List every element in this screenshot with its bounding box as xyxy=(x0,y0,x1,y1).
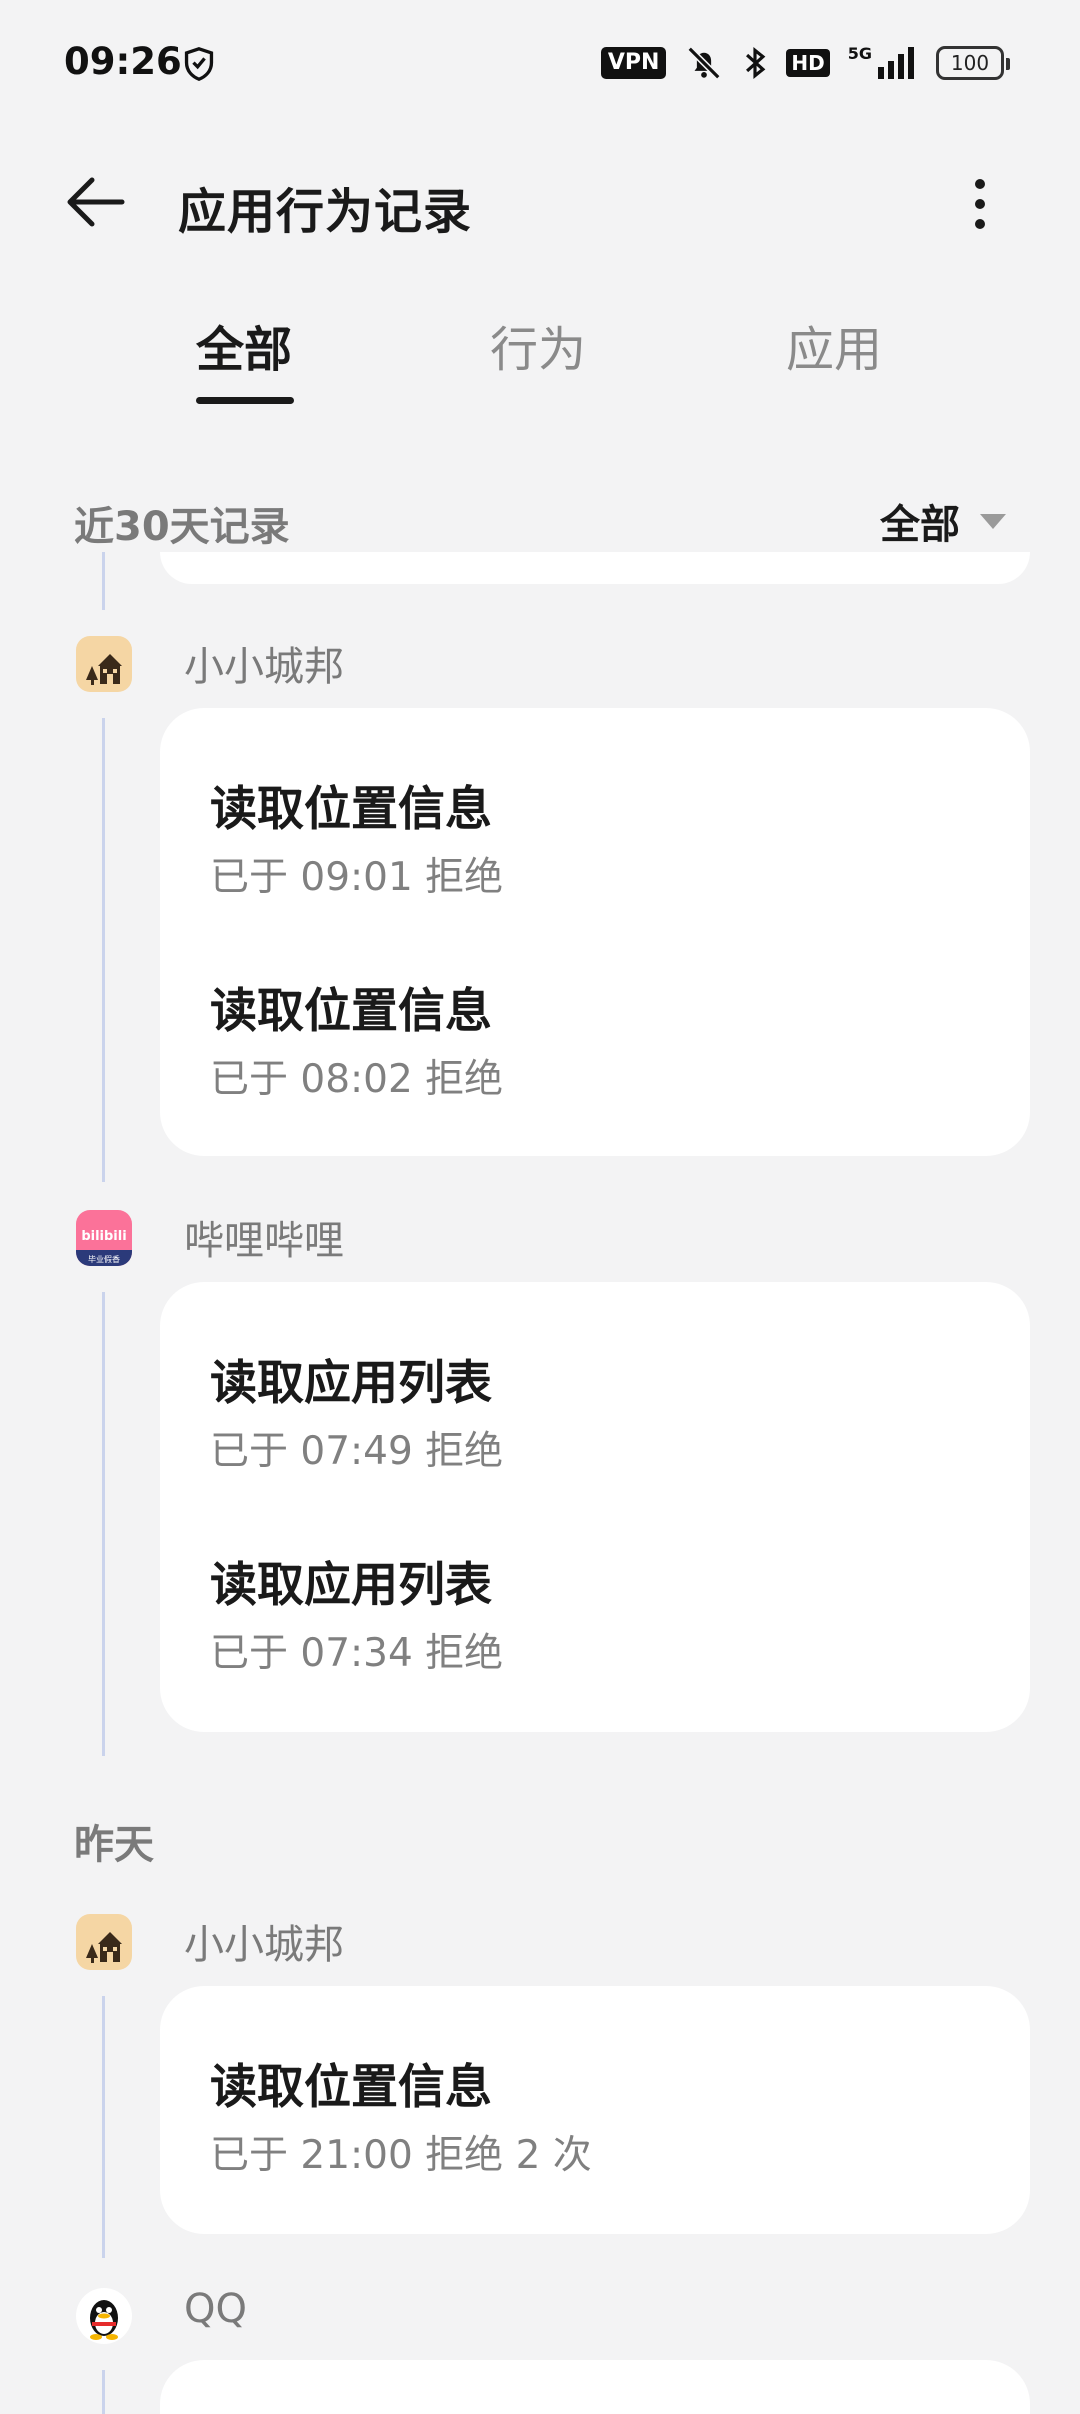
filter-selected: 全部 xyxy=(880,502,960,548)
tab-indicator xyxy=(196,397,294,404)
app-name: 小小城邦 xyxy=(184,1922,344,1968)
battery-icon: 100 xyxy=(936,46,1010,80)
vpn-badge: VPN xyxy=(600,47,667,79)
record-detail: 已于 07:34 拒绝 xyxy=(210,1631,504,1676)
day-header: 昨天 xyxy=(74,1822,154,1868)
timeline-line xyxy=(102,2370,105,2414)
page-title: 应用行为记录 xyxy=(178,184,473,240)
record-card-partial xyxy=(160,2360,1030,2414)
record-detail: 已于 07:49 拒绝 xyxy=(210,1429,504,1474)
mute-bell-icon xyxy=(687,46,721,80)
qq-app-icon xyxy=(76,2288,132,2344)
date-range-label: 近30天记录 xyxy=(74,504,290,550)
hd-badge: HD xyxy=(786,49,830,77)
tab-all[interactable]: 全部 xyxy=(196,310,292,380)
filter-dropdown[interactable]: 全部 xyxy=(880,492,1006,550)
city-app-icon xyxy=(76,1914,132,1970)
record-detail: 已于 21:00 拒绝 2 次 xyxy=(210,2133,592,2178)
record-card: 读取应用列表 已于 07:49 拒绝 读取应用列表 已于 07:34 拒绝 xyxy=(160,1282,1030,1732)
record-title[interactable]: 读取位置信息 xyxy=(210,770,492,839)
shield-icon xyxy=(184,47,214,82)
network-type: 5G xyxy=(847,43,872,63)
record-title[interactable]: 读取应用列表 xyxy=(210,1344,492,1413)
record-card-partial xyxy=(160,552,1030,584)
record-card: 读取位置信息 已于 09:01 拒绝 读取位置信息 已于 08:02 拒绝 xyxy=(160,708,1030,1156)
bilibili-logo-subtext: 毕业假香 xyxy=(88,1254,120,1264)
app-name: QQ xyxy=(184,2286,247,2332)
app-name: 小小城邦 xyxy=(184,644,344,690)
tab-behavior[interactable]: 行为 xyxy=(490,310,586,380)
record-detail: 已于 08:02 拒绝 xyxy=(210,1057,504,1102)
city-app-icon xyxy=(76,636,132,692)
timeline-line xyxy=(102,552,105,610)
bluetooth-icon xyxy=(746,47,766,79)
status-icons: VPN HD 5G 100 xyxy=(600,43,1010,82)
back-arrow-icon[interactable] xyxy=(62,172,128,232)
more-options-icon[interactable] xyxy=(966,176,994,232)
bilibili-logo-text: bilibili xyxy=(81,1229,126,1244)
record-card: 读取位置信息 已于 21:00 拒绝 2 次 xyxy=(160,1986,1030,2234)
status-time: 09:26 xyxy=(64,40,182,83)
record-title[interactable]: 读取位置信息 xyxy=(210,2048,492,2117)
signal-icon xyxy=(878,47,914,79)
tab-apps[interactable]: 应用 xyxy=(786,310,882,380)
battery-level: 100 xyxy=(950,51,990,75)
app-name: 哔哩哔哩 xyxy=(184,1218,344,1264)
record-title[interactable]: 读取应用列表 xyxy=(210,1546,492,1615)
timeline-line xyxy=(102,1292,105,1756)
timeline-line xyxy=(102,718,105,1182)
dropdown-arrow-icon xyxy=(980,513,1006,529)
bilibili-app-icon: bilibili 毕业假香 xyxy=(76,1210,132,1266)
timeline-line xyxy=(102,1996,105,2258)
record-title[interactable]: 读取位置信息 xyxy=(210,972,492,1041)
record-detail: 已于 09:01 拒绝 xyxy=(210,855,504,900)
